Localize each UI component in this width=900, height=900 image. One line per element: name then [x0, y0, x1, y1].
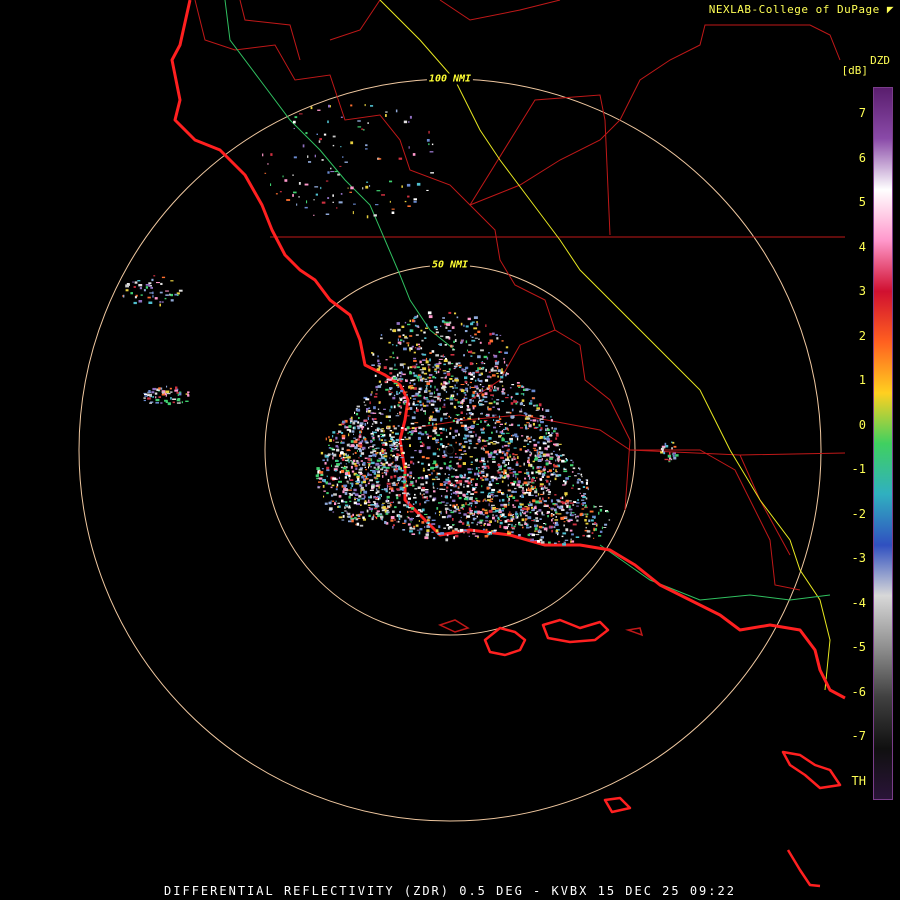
legend-tick: -6: [851, 684, 866, 699]
legend-tick: -5: [851, 640, 866, 654]
legend-title: DZD: [870, 54, 890, 67]
legend-tick: -4: [851, 595, 866, 610]
legend-tick: -1: [851, 462, 866, 476]
legend-tick: 3: [858, 284, 866, 298]
legend-tick: 1: [858, 373, 866, 387]
ring-label-100: 100 NMI: [426, 73, 474, 85]
legend-tick: -2: [851, 506, 866, 521]
product-caption: DIFFERENTIAL REFLECTIVITY (ZDR) 0.5 DEG …: [164, 884, 736, 898]
legend-unit: [dB]: [841, 64, 869, 77]
legend-tick: -3: [851, 551, 866, 565]
credit-label: NEXLAB-College of DuPage ◤: [708, 3, 894, 16]
legend-tick: TH: [851, 773, 866, 788]
ring-label-50: 50 NMI: [429, 259, 471, 271]
legend-tick: 2: [858, 328, 866, 343]
nexlab-logo-icon: ◤: [886, 3, 894, 16]
legend-tick: 5: [858, 195, 866, 209]
radar-site-marker: [445, 445, 455, 455]
radar-map: [0, 0, 900, 900]
legend-tick: -7: [851, 729, 866, 743]
legend-color-bar: [873, 87, 893, 800]
legend-tick: 0: [858, 417, 866, 432]
legend-tick: 6: [858, 150, 866, 165]
legend-tick: 7: [858, 106, 866, 120]
legend-tick: 4: [858, 239, 866, 254]
